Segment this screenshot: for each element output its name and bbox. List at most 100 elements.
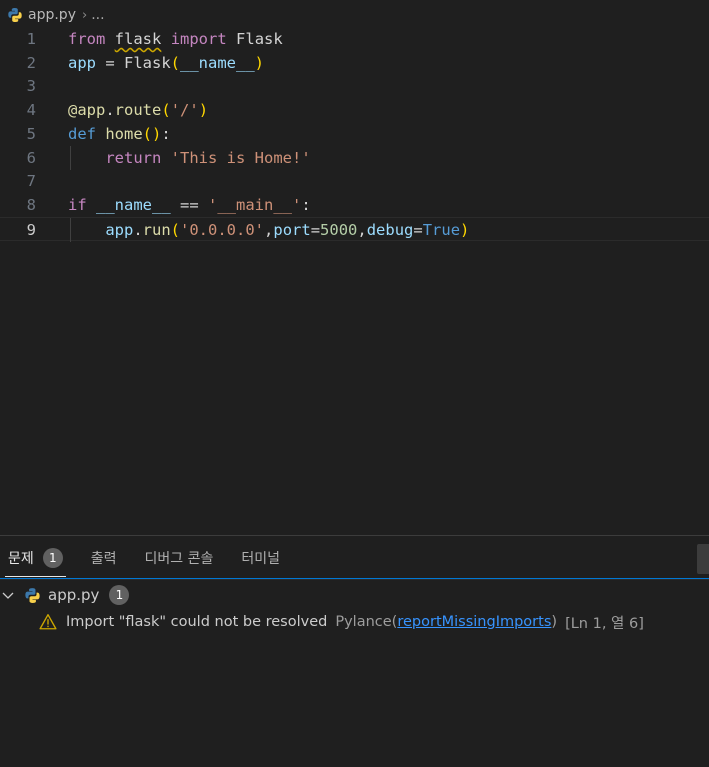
code-token: = [96,53,124,72]
warning-icon [39,613,57,631]
code-token: True [422,220,461,239]
tab-output[interactable]: 출력 [91,536,117,579]
problem-location: [Ln 1, 열 6] [565,615,644,632]
code-token: Flask [124,53,171,72]
panel-tabs: 문제 1 출력 디버그 콘솔 터미널 [0,536,709,580]
breadcrumb: app.py › ... [0,0,709,30]
code-line[interactable]: 8 if __name__ == '__main__': [0,193,709,217]
code-line[interactable]: 5 def home(): [0,122,709,146]
chevron-down-icon[interactable] [0,587,16,603]
code-text: app.run('0.0.0.0',port=5000,debug=True) [68,218,469,242]
code-token: app [105,220,134,239]
code-token: , [264,220,274,239]
chevron-right-icon: › [81,7,88,23]
code-token: route [114,101,162,120]
code-token: 5000 [320,220,358,239]
code-token: , [357,220,367,239]
line-number: 7 [26,172,36,191]
code-text: def home(): [68,122,171,146]
code-line[interactable]: 4 @app.route('/') [0,98,709,122]
code-token: from [68,30,106,48]
code-token: : [161,124,171,143]
breadcrumb-file[interactable]: app.py [28,7,76,23]
panel-action-button[interactable] [697,544,709,574]
code-text: app = Flask(__name__) [68,51,264,75]
code-token: __name__ [96,195,171,214]
code-token: == [170,195,208,214]
code-token: @app [68,101,106,120]
bottom-panel: 문제 1 출력 디버그 콘솔 터미널 app.py 1 Import "flas… [0,535,709,767]
code-token: = [310,220,321,239]
code-line[interactable]: 7 [0,169,709,193]
problem-code-link[interactable]: reportMissingImports [397,614,551,630]
code-token: home [105,124,143,143]
code-token: '__main__' [208,195,302,214]
code-editor[interactable]: 1 from flask import Flask 2 app = Flask(__n… [0,27,709,532]
code-token: run [142,220,171,239]
tab-label: 디버그 콘솔 [144,550,214,567]
code-token: ( [170,53,181,72]
code-token: __name__ [180,53,255,72]
breadcrumb-more[interactable]: ... [91,7,104,23]
code-line[interactable]: 6 return 'This is Home!' [0,145,709,170]
tab-terminal[interactable]: 터미널 [241,536,280,579]
code-token: flask [114,30,162,48]
line-number: 9 [26,220,36,239]
problems-count-badge: 1 [42,547,63,568]
tab-problems[interactable]: 문제 1 [5,536,66,579]
code-token: Flask [236,30,283,48]
code-token: debug [366,220,414,239]
tab-label: 터미널 [241,550,281,567]
problem-file-name: app.py [48,586,100,604]
tab-label: 출력 [90,550,117,567]
code-token: : [301,195,311,214]
problem-file-row[interactable]: app.py 1 [0,582,709,608]
line-number: 4 [26,101,36,120]
code-text: from flask import Flask [68,27,283,51]
code-line[interactable]: 1 from flask import Flask [0,27,709,51]
code-token: app [68,53,96,72]
code-token: '0.0.0.0' [180,220,265,239]
line-number: 2 [26,53,36,72]
line-number: 5 [26,124,36,143]
line-number: 3 [26,77,36,96]
code-token: if [68,195,87,214]
code-token: 'This is Home!' [170,148,311,167]
code-token: import [170,30,227,48]
python-file-icon [7,7,23,23]
problem-item[interactable]: Import "flask" could not be resolved Pyl… [0,609,709,635]
code-line[interactable]: 3 [0,74,709,98]
focus-border [0,578,709,579]
code-token: . [105,101,115,120]
line-number: 1 [26,30,36,48]
code-text: if __name__ == '__main__': [68,193,311,217]
code-token: ( [161,101,171,120]
code-token: = [413,220,423,239]
code-token: ) [254,53,265,72]
tab-label: 문제 [8,550,34,567]
problem-message: Import "flask" could not be resolved [66,614,328,630]
code-line[interactable]: 9 app.run('0.0.0.0',port=5000,debug=True… [0,216,709,242]
code-token: () [142,124,162,143]
code-token: '/' [170,101,199,120]
problem-source-name: Pylance [335,614,392,630]
python-file-icon [24,587,41,604]
problem-source: Pylance(reportMissingImports) [335,614,557,630]
line-number: 8 [26,195,36,214]
tab-debug-console[interactable]: 디버그 콘솔 [145,536,214,579]
code-line[interactable]: 2 app = Flask(__name__) [0,51,709,75]
problem-file-count-badge: 1 [109,585,130,605]
problem-code-close: ) [551,614,558,630]
code-text: return 'This is Home!' [68,146,311,170]
code-text: @app.route('/') [68,98,208,122]
code-token: port [273,220,311,239]
code-token: def [68,124,96,143]
